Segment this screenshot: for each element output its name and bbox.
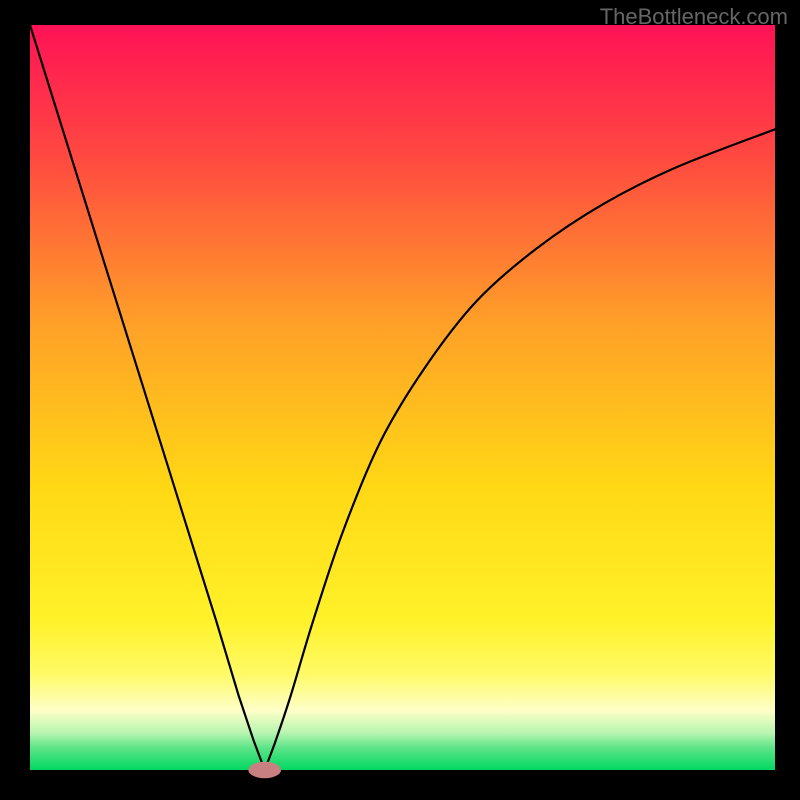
minimum-marker <box>248 762 281 778</box>
watermark-text: TheBottleneck.com <box>600 4 788 30</box>
bottleneck-chart <box>0 0 800 800</box>
chart-svg <box>0 0 800 800</box>
chart-gradient-bg <box>30 25 775 770</box>
